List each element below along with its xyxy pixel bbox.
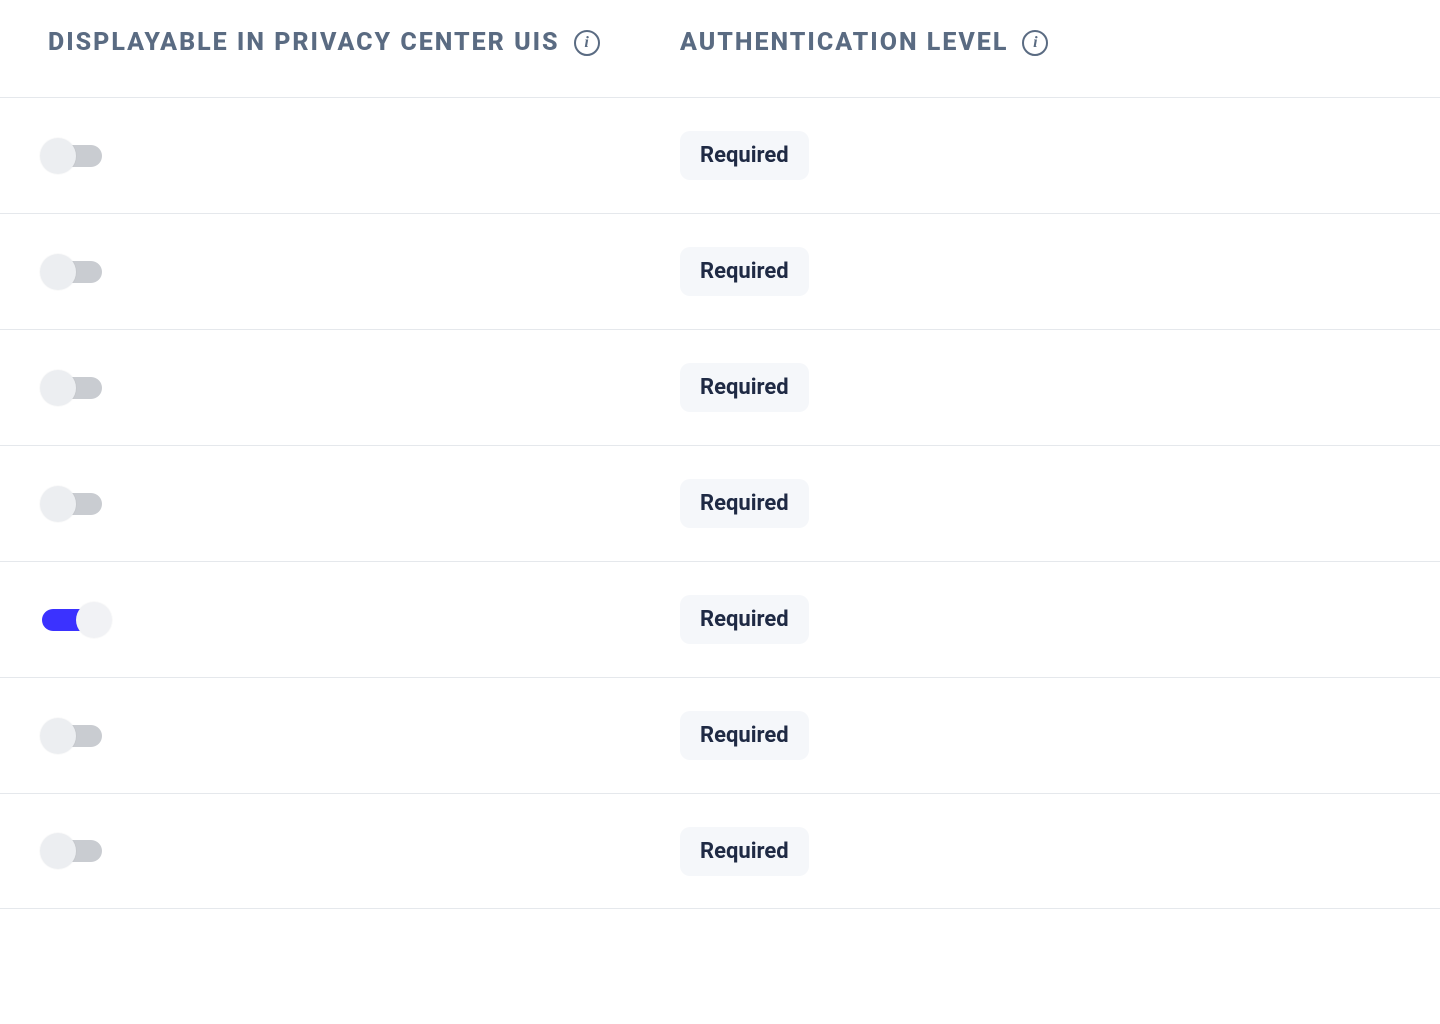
table-row: Required <box>0 677 1440 793</box>
displayable-toggle[interactable] <box>42 608 110 632</box>
auth-level-badge: Required <box>680 247 809 296</box>
cell-displayable <box>0 492 680 516</box>
toggle-knob <box>76 602 112 638</box>
auth-level-badge: Required <box>680 711 809 760</box>
auth-level-badge: Required <box>680 595 809 644</box>
cell-auth-level: Required <box>680 827 1440 876</box>
cell-auth-level: Required <box>680 479 1440 528</box>
info-icon[interactable]: i <box>574 30 600 56</box>
table-body: Required Required Required Required Required… <box>0 97 1440 909</box>
cell-auth-level: Required <box>680 131 1440 180</box>
toggle-knob <box>40 138 76 174</box>
cell-auth-level: Required <box>680 595 1440 644</box>
auth-level-badge: Required <box>680 363 809 412</box>
displayable-toggle[interactable] <box>42 839 110 863</box>
table-row: Required <box>0 329 1440 445</box>
displayable-toggle[interactable] <box>42 724 110 748</box>
settings-table: Displayable in Privacy Center UIs i Auth… <box>0 0 1440 909</box>
cell-auth-level: Required <box>680 711 1440 760</box>
cell-displayable <box>0 608 680 632</box>
header-displayable-label: Displayable in Privacy Center UIs <box>48 28 560 57</box>
header-displayable: Displayable in Privacy Center UIs i <box>0 28 680 57</box>
displayable-toggle[interactable] <box>42 144 110 168</box>
toggle-knob <box>40 370 76 406</box>
cell-displayable <box>0 144 680 168</box>
info-icon[interactable]: i <box>1022 30 1048 56</box>
displayable-toggle[interactable] <box>42 492 110 516</box>
table-row: Required <box>0 213 1440 329</box>
table-row: Required <box>0 793 1440 909</box>
toggle-knob <box>40 254 76 290</box>
cell-auth-level: Required <box>680 363 1440 412</box>
auth-level-badge: Required <box>680 131 809 180</box>
auth-level-badge: Required <box>680 479 809 528</box>
toggle-knob <box>40 833 76 869</box>
header-auth-level: Authentication Level i <box>680 28 1440 57</box>
cell-displayable <box>0 260 680 284</box>
displayable-toggle[interactable] <box>42 376 110 400</box>
table-row: Required <box>0 445 1440 561</box>
toggle-knob <box>40 486 76 522</box>
auth-level-badge: Required <box>680 827 809 876</box>
table-row: Required <box>0 97 1440 213</box>
displayable-toggle[interactable] <box>42 260 110 284</box>
toggle-knob <box>40 718 76 754</box>
table-row: Required <box>0 561 1440 677</box>
cell-auth-level: Required <box>680 247 1440 296</box>
cell-displayable <box>0 724 680 748</box>
header-auth-level-label: Authentication Level <box>680 28 1008 57</box>
cell-displayable <box>0 376 680 400</box>
table-header-row: Displayable in Privacy Center UIs i Auth… <box>0 0 1440 97</box>
cell-displayable <box>0 839 680 863</box>
